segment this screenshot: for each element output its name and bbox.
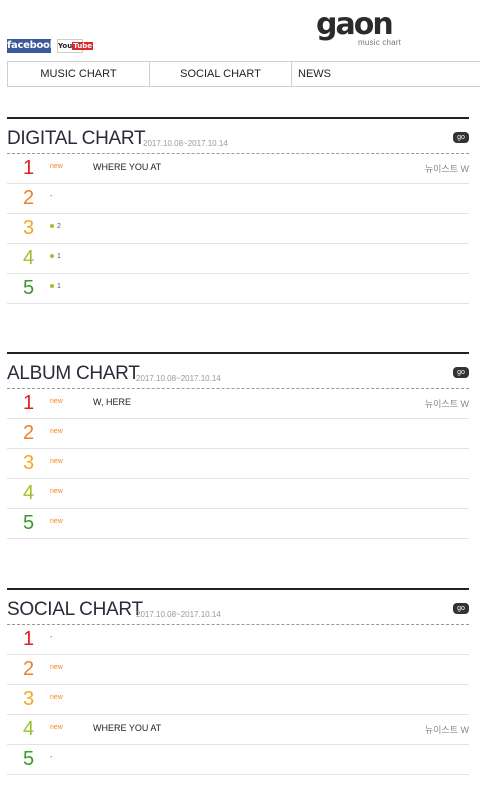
artist-name: 뉴이스트 W [424, 399, 469, 409]
chart-row[interactable]: 1 - [7, 625, 469, 655]
up-arrow-icon [50, 254, 54, 259]
rank-number: 3 [23, 452, 35, 474]
section-date: 2017.10.08~2017.10.14 [136, 374, 221, 383]
chart-row[interactable]: 2 new [7, 419, 469, 449]
section-title: DIGITAL CHART [7, 128, 146, 149]
rank-number: 2 [23, 422, 35, 444]
rank-number: 1 [23, 157, 35, 179]
rank-change: new [50, 428, 63, 435]
artist-name: 뉴이스트 W [424, 164, 469, 174]
section-header: ALBUM CHART 2017.10.08~2017.10.14 go [7, 354, 469, 388]
rank-number: 5 [23, 512, 35, 534]
rank-change: new [50, 724, 63, 731]
chart-row[interactable]: 4 new WHERE YOU AT 뉴이스트 W [7, 715, 469, 745]
section-date: 2017.10.08~2017.10.14 [143, 139, 228, 148]
rank-number: 4 [23, 482, 35, 504]
rank-number: 1 [23, 392, 35, 414]
nav-music-chart[interactable]: MUSIC CHART [8, 62, 150, 86]
chart-row[interactable]: 1 new W, HERE 뉴이스트 W [7, 389, 469, 419]
youtube-button[interactable]: YouTube [57, 39, 93, 53]
rank-number: 5 [23, 748, 35, 770]
rank-number: 4 [23, 247, 35, 269]
rank-change: new [50, 694, 63, 701]
rank-number: 5 [23, 277, 35, 299]
youtube-label-you: You [58, 42, 73, 50]
youtube-label-tube: Tube [72, 42, 93, 50]
song-title: WHERE YOU AT [93, 162, 162, 172]
facebook-button[interactable]: facebook [7, 39, 56, 53]
rank-change-up: 1 [50, 283, 61, 290]
chart-row[interactable]: 2 new [7, 655, 469, 685]
logo-text: gaon [316, 7, 394, 42]
section-date: 2017.10.08~2017.10.14 [136, 610, 221, 619]
section-header: DIGITAL CHART 2017.10.08~2017.10.14 go [7, 119, 469, 153]
social-chart-section: SOCIAL CHART 2017.10.08~2017.10.14 go 1 … [7, 588, 469, 775]
song-title: WHERE YOU AT [93, 723, 162, 733]
rank-change: - [50, 634, 53, 641]
up-arrow-icon [50, 284, 54, 289]
chart-row[interactable]: 5 - [7, 745, 469, 775]
chart-row[interactable]: 5 1 [7, 274, 469, 304]
rank-change: new [50, 398, 63, 405]
artist-name: 뉴이스트 W [424, 725, 469, 735]
rank-change: new [50, 458, 63, 465]
rank-number: 2 [23, 187, 35, 209]
chart-row[interactable]: 5 new [7, 509, 469, 539]
gaon-logo[interactable]: gaon music chart [316, 10, 406, 50]
rank-change: new [50, 518, 63, 525]
up-arrow-icon [50, 224, 54, 229]
chart-row[interactable]: 3 new [7, 685, 469, 715]
section-title: ALBUM CHART [7, 363, 140, 384]
logo-subtitle: music chart [358, 38, 402, 47]
nav-social-chart[interactable]: SOCIAL CHART [150, 62, 292, 86]
nav-news[interactable]: NEWS [292, 62, 337, 86]
chart-row[interactable]: 4 1 [7, 244, 469, 274]
rank-change-value: 2 [57, 223, 61, 230]
main-nav: MUSIC CHART SOCIAL CHART NEWS [7, 61, 480, 87]
album-title: W, HERE [93, 397, 132, 407]
chart-row[interactable]: 3 new [7, 449, 469, 479]
chart-row[interactable]: 2 - [7, 184, 469, 214]
chart-row[interactable]: 3 2 [7, 214, 469, 244]
chart-row[interactable]: 4 new [7, 479, 469, 509]
rank-number: 4 [23, 718, 35, 740]
rank-change-up: 1 [50, 253, 61, 260]
rank-number: 1 [23, 628, 35, 650]
go-button[interactable]: go [453, 603, 469, 614]
social-links: facebook YouTube [7, 39, 93, 53]
rank-change-up: 2 [50, 223, 61, 230]
album-chart-section: ALBUM CHART 2017.10.08~2017.10.14 go 1 n… [7, 352, 469, 539]
section-title: SOCIAL CHART [7, 599, 143, 620]
rank-number: 2 [23, 658, 35, 680]
rank-number: 3 [23, 217, 35, 239]
go-button[interactable]: go [453, 367, 469, 378]
section-header: SOCIAL CHART 2017.10.08~2017.10.14 go [7, 590, 469, 624]
rank-change-value: 1 [57, 283, 61, 290]
digital-chart-section: DIGITAL CHART 2017.10.08~2017.10.14 go 1… [7, 117, 469, 304]
rank-change: - [50, 193, 53, 200]
rank-number: 3 [23, 688, 35, 710]
rank-change: new [50, 488, 63, 495]
rank-change-value: 1 [57, 253, 61, 260]
rank-change: - [50, 754, 53, 761]
rank-change: new [50, 163, 63, 170]
chart-row[interactable]: 1 new WHERE YOU AT 뉴이스트 W [7, 154, 469, 184]
go-button[interactable]: go [453, 132, 469, 143]
rank-change: new [50, 664, 63, 671]
